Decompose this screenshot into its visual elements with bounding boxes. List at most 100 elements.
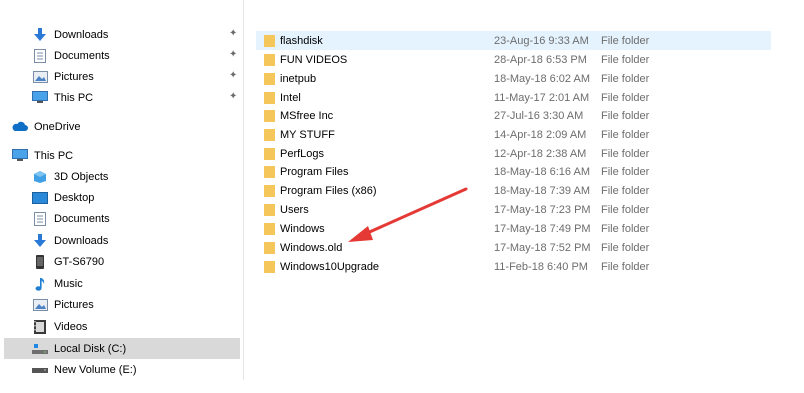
file-name: Program Files (x86): [280, 184, 377, 197]
file-date: 23-Aug-16 9:33 AM: [494, 34, 589, 47]
folder-icon: [264, 110, 275, 122]
nav-label: Downloads: [54, 28, 109, 41]
pane-divider[interactable]: [243, 0, 244, 380]
pin-icon[interactable]: ✦: [229, 71, 237, 81]
nav-new-volume-e[interactable]: New Volume (E:): [32, 359, 137, 380]
nav-documents[interactable]: Documents: [32, 208, 110, 229]
file-type: File folder: [601, 128, 650, 141]
nav-label: Videos: [54, 320, 88, 333]
file-row-windows10upgrade[interactable]: Windows10Upgrade 11-Feb-18 6:40 PM File …: [256, 257, 771, 276]
file-row-program-files[interactable]: Program Files 18-May-18 6:16 AM File fol…: [256, 162, 771, 181]
file-row-perflogs[interactable]: PerfLogs 12-Apr-18 2:38 AM File folder: [256, 144, 771, 163]
nav-quick-this-pc[interactable]: This PC: [32, 87, 93, 108]
nav-3d-objects[interactable]: 3D Objects: [32, 166, 108, 187]
file-date: 12-Apr-18 2:38 AM: [494, 147, 587, 160]
folder-icon: [264, 148, 275, 160]
file-name: flashdisk: [280, 34, 323, 47]
folder-icon: [264, 242, 275, 254]
file-name: MY STUFF: [280, 128, 335, 141]
file-row-flashdisk[interactable]: flashdisk 23-Aug-16 9:33 AM File folder: [256, 31, 771, 50]
phone-icon: [32, 254, 48, 269]
file-type: File folder: [601, 184, 650, 197]
file-type: File folder: [601, 72, 650, 85]
drive-icon: [32, 363, 48, 377]
document-icon: [32, 48, 48, 63]
pictures-icon: [32, 70, 48, 84]
nav-quick-downloads[interactable]: Downloads: [32, 24, 108, 45]
folder-icon: [264, 92, 275, 104]
file-name: Windows: [280, 222, 325, 235]
file-date: 11-Feb-18 6:40 PM: [494, 260, 588, 273]
file-row-users[interactable]: Users 17-May-18 7:23 PM File folder: [256, 200, 771, 219]
file-row-msfree-inc[interactable]: MSfree Inc 27-Jul-16 3:30 AM File folder: [256, 106, 771, 125]
nav-videos[interactable]: Videos: [32, 316, 87, 337]
nav-label: GT-S6790: [54, 255, 105, 268]
nav-local-disk-c[interactable]: Local Disk (C:): [4, 338, 240, 359]
nav-label: This PC: [34, 149, 74, 162]
file-date: 27-Jul-16 3:30 AM: [494, 109, 584, 122]
pin-icon[interactable]: ✦: [229, 92, 237, 102]
nav-label: Desktop: [54, 191, 95, 204]
nav-label: Music: [54, 277, 83, 290]
nav-this-pc[interactable]: This PC: [12, 145, 73, 166]
file-date: 14-Apr-18 2:09 AM: [494, 128, 587, 141]
file-row-windows-old[interactable]: Windows.old 17-May-18 7:52 PM File folde…: [256, 238, 771, 257]
cube-icon: [32, 170, 48, 184]
file-row-intel[interactable]: Intel 11-May-17 2:01 AM File folder: [256, 88, 771, 107]
computer-icon: [32, 91, 48, 105]
nav-pictures[interactable]: Pictures: [32, 294, 94, 315]
computer-icon: [12, 149, 28, 163]
file-row-program-files-x86[interactable]: Program Files (x86) 18-May-18 7:39 AM Fi…: [256, 181, 771, 200]
file-date: 18-May-18 7:39 AM: [494, 184, 590, 197]
folder-icon: [264, 185, 275, 197]
download-icon: [32, 27, 48, 42]
pin-icon[interactable]: ✦: [229, 29, 237, 39]
file-type: File folder: [601, 109, 650, 122]
nav-onedrive[interactable]: OneDrive: [12, 116, 80, 137]
file-name: FUN VIDEOS: [280, 53, 348, 66]
file-type: File folder: [601, 222, 650, 235]
file-name: Program Files: [280, 165, 349, 178]
file-name: Users: [280, 203, 309, 216]
file-name: inetpub: [280, 72, 317, 85]
file-date: 18-May-18 6:16 AM: [494, 165, 590, 178]
file-date: 11-May-17 2:01 AM: [494, 91, 590, 104]
nav-quick-pictures[interactable]: Pictures: [32, 66, 94, 87]
nav-label: Pictures: [54, 70, 94, 83]
file-row-windows[interactable]: Windows 17-May-18 7:49 PM File folder: [256, 219, 771, 238]
file-date: 17-May-18 7:52 PM: [494, 241, 591, 254]
file-row-my-stuff[interactable]: MY STUFF 14-Apr-18 2:09 AM File folder: [256, 125, 771, 144]
file-type: File folder: [601, 53, 650, 66]
desktop-icon: [32, 191, 48, 205]
folder-icon: [264, 73, 275, 85]
file-type: File folder: [601, 203, 650, 216]
file-name: Windows10Upgrade: [280, 260, 380, 273]
nav-quick-documents[interactable]: Documents: [32, 45, 110, 66]
file-row-fun-videos[interactable]: FUN VIDEOS 28-Apr-18 6:53 PM File folder: [256, 50, 771, 69]
drive-icon: [32, 342, 48, 356]
nav-label: Local Disk (C:): [54, 342, 127, 355]
document-icon: [32, 211, 48, 226]
nav-desktop[interactable]: Desktop: [32, 187, 94, 208]
nav-label: Documents: [54, 49, 110, 62]
folder-icon: [264, 204, 275, 216]
file-row-inetpub[interactable]: inetpub 18-May-18 6:02 AM File folder: [256, 69, 771, 88]
nav-label: Pictures: [54, 298, 94, 311]
file-name: MSfree Inc: [280, 109, 334, 122]
nav-gt-s6790[interactable]: GT-S6790: [32, 251, 104, 272]
nav-music[interactable]: Music: [32, 273, 83, 294]
pictures-icon: [32, 298, 48, 312]
pin-icon[interactable]: ✦: [229, 50, 237, 60]
file-date: 17-May-18 7:23 PM: [494, 203, 591, 216]
nav-downloads[interactable]: Downloads: [32, 230, 108, 251]
file-name: Intel: [280, 91, 301, 104]
video-icon: [32, 319, 48, 334]
folder-icon: [264, 54, 275, 66]
file-type: File folder: [601, 34, 650, 47]
file-name: PerfLogs: [280, 147, 325, 160]
file-type: File folder: [601, 147, 650, 160]
file-type: File folder: [601, 241, 650, 254]
nav-label: Documents: [54, 212, 110, 225]
folder-icon: [264, 223, 275, 235]
file-type: File folder: [601, 91, 650, 104]
